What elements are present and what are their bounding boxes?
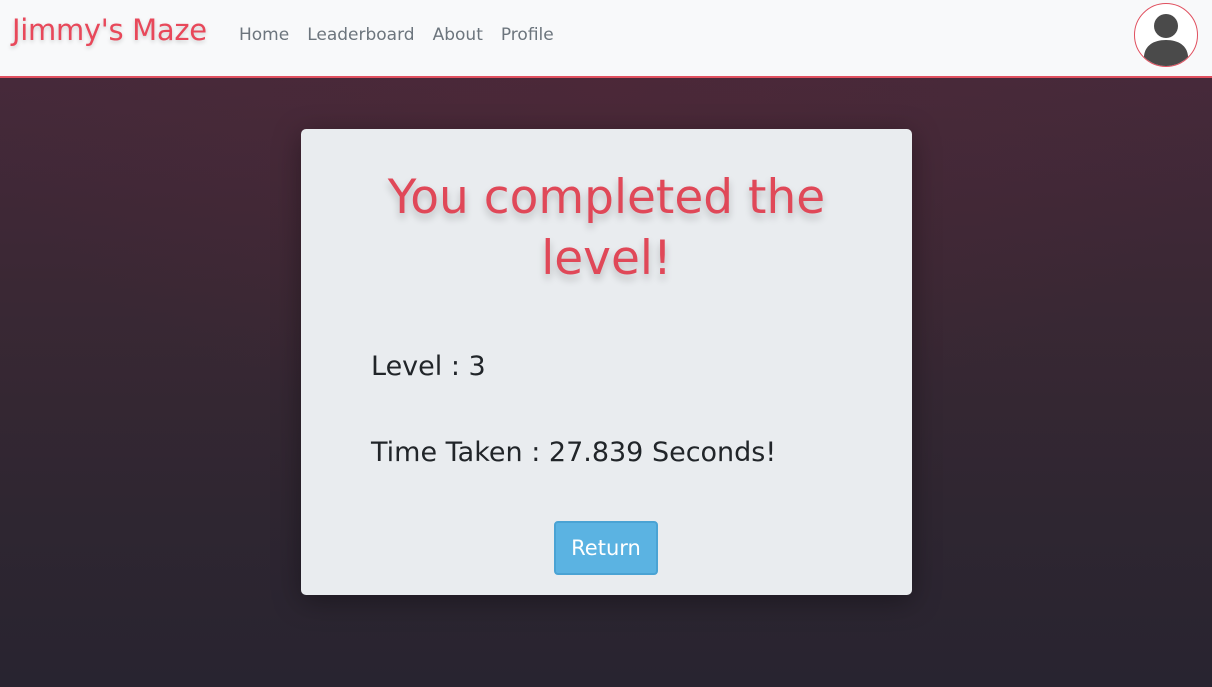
avatar[interactable] xyxy=(1134,3,1198,67)
return-button[interactable]: Return xyxy=(554,521,658,575)
brand-logo[interactable]: Jimmy's Maze xyxy=(12,13,207,47)
level-text: Level : 3 xyxy=(371,351,486,382)
nav-link-leaderboard[interactable]: Leaderboard xyxy=(307,25,414,45)
level-complete-card: You completed the level! Level : 3 Time … xyxy=(301,129,912,595)
time-taken-text: Time Taken : 27.839 Seconds! xyxy=(371,437,777,468)
nav-link-profile[interactable]: Profile xyxy=(501,25,554,45)
nav-link-home[interactable]: Home xyxy=(239,25,289,45)
navbar: Jimmy's Maze Home Leaderboard About Prof… xyxy=(0,0,1212,78)
nav-link-about[interactable]: About xyxy=(433,25,483,45)
completion-headline: You completed the level! xyxy=(387,170,826,286)
user-silhouette-icon xyxy=(1144,14,1188,66)
nav-links: Home Leaderboard About Profile xyxy=(239,25,572,45)
